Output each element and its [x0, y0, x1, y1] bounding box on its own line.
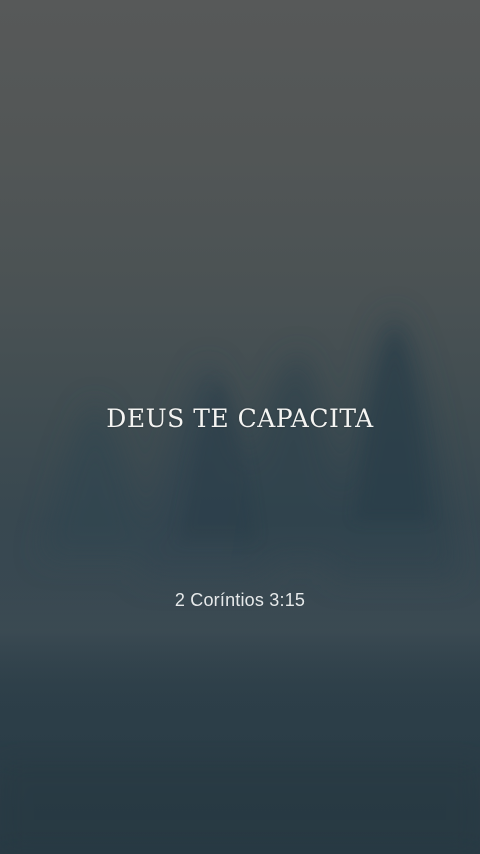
verse-title: DEUS TE CAPACITA — [106, 404, 374, 433]
story-screen: DEUS TE CAPACITA 2 Coríntios 3:15 — [0, 0, 480, 854]
verse-reference: 2 Coríntios 3:15 — [174, 590, 306, 610]
